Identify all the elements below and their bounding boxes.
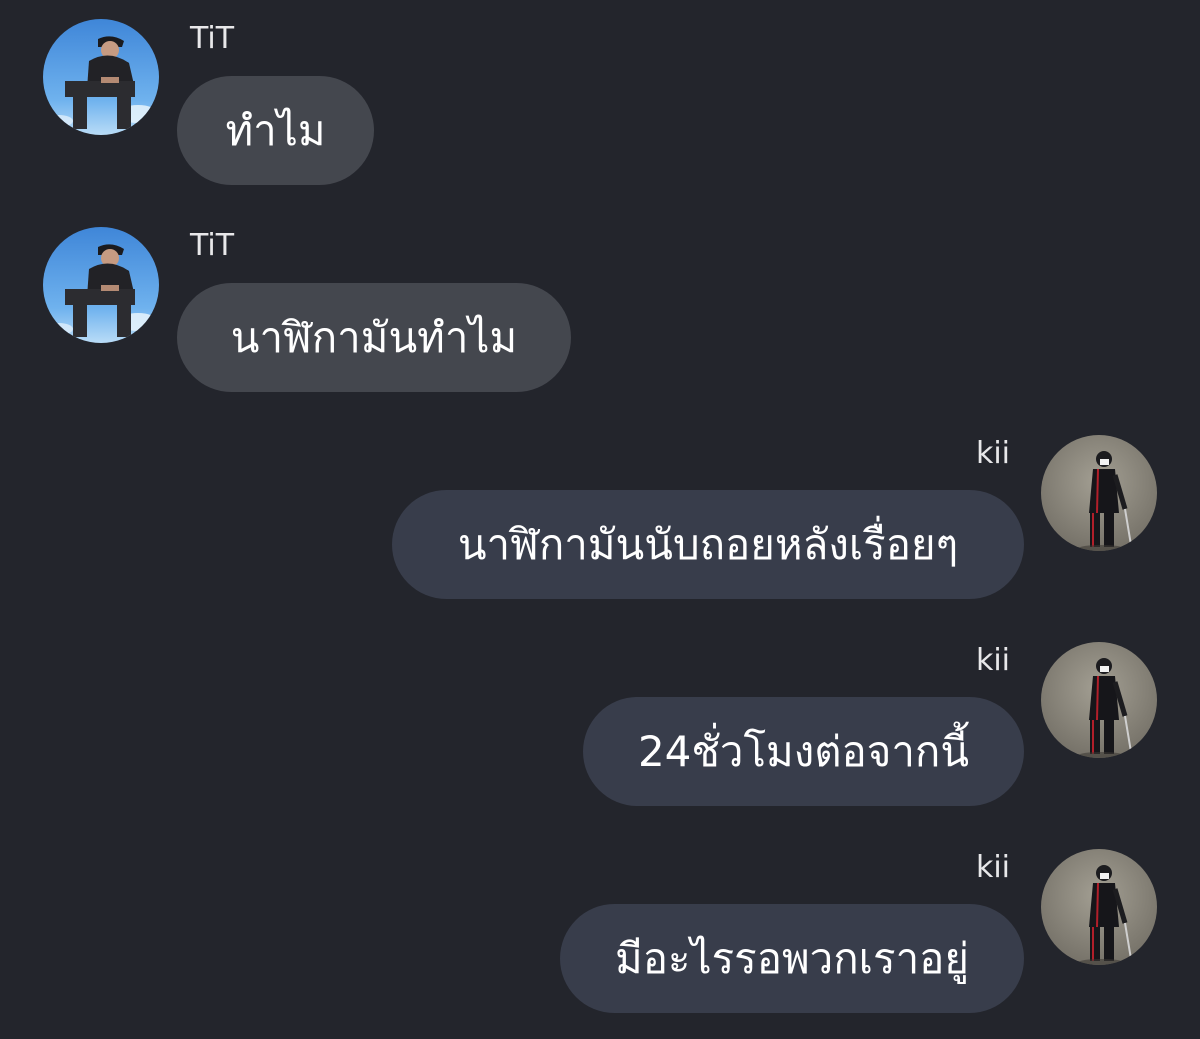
sender-name: kii (975, 850, 1010, 885)
message-text: มีอะไรรอพวกเราอยู่ (615, 933, 969, 983)
message-bubble[interactable]: มีอะไรรอพวกเราอยู่ (560, 904, 1024, 1013)
sender-avatar[interactable] (1041, 849, 1157, 965)
sender-name: TiT (190, 228, 235, 263)
avatar-photo-wall-icon (1041, 849, 1157, 965)
avatar-photo-sky-icon (43, 19, 159, 135)
message-bubble[interactable]: 24ชั่วโมงต่อจากนี้ (583, 697, 1024, 806)
message-bubble[interactable]: ทำไม (177, 76, 374, 185)
sender-avatar[interactable] (1041, 642, 1157, 758)
message-text: นาฬิกามันทำไม (230, 312, 518, 362)
avatar-photo-wall-icon (1041, 435, 1157, 551)
message-bubble[interactable]: นาฬิกามันนับถอยหลังเรื่อยๆ (392, 490, 1024, 599)
message-text: ทำไม (225, 105, 326, 155)
sender-name: TiT (190, 21, 235, 56)
avatar-photo-sky-icon (43, 227, 159, 343)
sender-name: kii (975, 643, 1010, 678)
sender-avatar[interactable] (43, 19, 159, 135)
message-text: 24ชั่วโมงต่อจากนี้ (637, 726, 970, 776)
message-bubble[interactable]: นาฬิกามันทำไม (177, 283, 571, 392)
sender-avatar[interactable] (1041, 435, 1157, 551)
message-text: นาฬิกามันนับถอยหลังเรื่อยๆ (457, 519, 959, 569)
sender-name: kii (975, 436, 1010, 471)
sender-avatar[interactable] (43, 227, 159, 343)
avatar-photo-wall-icon (1041, 642, 1157, 758)
